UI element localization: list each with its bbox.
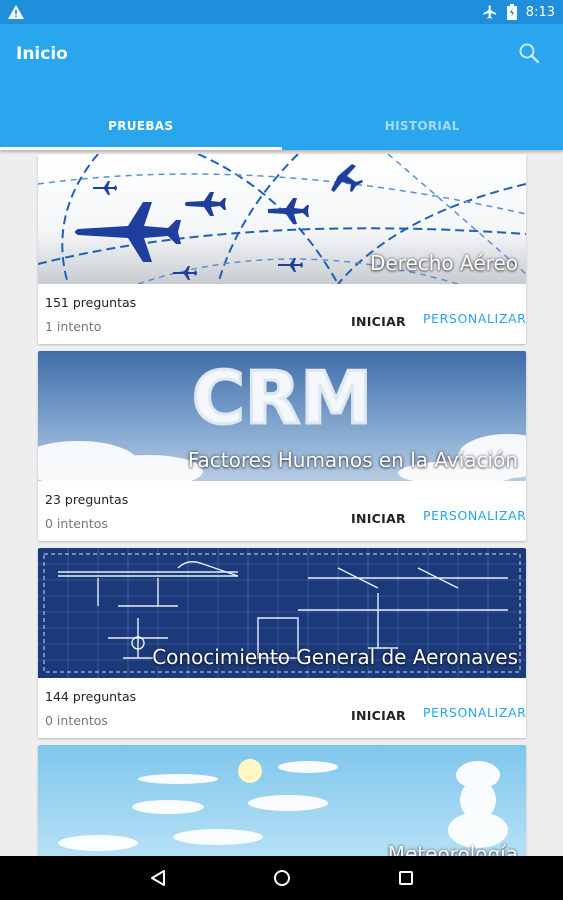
battery-icon <box>506 4 517 20</box>
search-icon[interactable] <box>517 41 541 65</box>
attempt-count: 1 intento <box>45 319 102 334</box>
card-title: Derecho Aéreo <box>369 251 518 275</box>
card-title: Factores Humanos en la Aviación <box>187 448 518 472</box>
tab-bar: PRUEBAS HISTORIAL <box>0 102 563 150</box>
card-banner: Meteorología <box>38 745 526 856</box>
crm-cloud-text: CRM <box>192 356 372 440</box>
status-bar: 8:13 <box>0 0 563 24</box>
clock: 8:13 <box>525 4 555 20</box>
customize-button[interactable]: PERSONALIZAR <box>423 705 526 720</box>
test-card-factores-humanos[interactable]: CRM Factores Humanos en la Aviación 23 p… <box>38 351 526 541</box>
card-info: 151 preguntas 1 intento <box>45 295 136 334</box>
card-title: Meteorología <box>387 842 518 856</box>
test-card-derecho-aereo[interactable]: Derecho Aéreo 151 preguntas 1 intento IN… <box>38 154 526 344</box>
card-banner: Conocimiento General de Aeronaves <box>38 548 526 678</box>
tab-historial[interactable]: HISTORIAL <box>282 102 563 150</box>
navigation-bar <box>0 856 563 900</box>
airplane-mode-icon <box>482 4 498 20</box>
app-bar: Inicio PRUEBAS HISTORIAL <box>0 24 563 150</box>
start-button[interactable]: INICIAR <box>351 708 406 723</box>
recents-icon[interactable] <box>394 866 418 890</box>
start-button[interactable]: INICIAR <box>351 511 406 526</box>
back-icon[interactable] <box>146 866 170 890</box>
weather-clouds-illustration <box>38 745 526 856</box>
card-title: Conocimiento General de Aeronaves <box>152 645 518 669</box>
start-button[interactable]: INICIAR <box>351 314 406 329</box>
card-info: 144 preguntas 0 intentos <box>45 689 136 728</box>
customize-button[interactable]: PERSONALIZAR <box>423 508 526 523</box>
attempt-count: 0 intentos <box>45 713 108 728</box>
attempt-count: 0 intentos <box>45 516 108 531</box>
test-card-meteorologia[interactable]: Meteorología <box>38 745 526 856</box>
warning-icon <box>8 5 24 19</box>
question-count: 151 preguntas <box>45 295 137 310</box>
card-banner: Derecho Aéreo <box>38 154 526 284</box>
page-title: Inicio <box>16 44 68 64</box>
customize-button[interactable]: PERSONALIZAR <box>423 311 526 326</box>
question-count: 23 preguntas <box>45 492 129 507</box>
tab-pruebas[interactable]: PRUEBAS <box>0 102 282 150</box>
card-info: 23 preguntas 0 intentos <box>45 492 128 531</box>
test-list: Derecho Aéreo 151 preguntas 1 intento IN… <box>0 150 563 856</box>
home-icon[interactable] <box>270 866 294 890</box>
question-count: 144 preguntas <box>45 689 137 704</box>
card-banner: CRM Factores Humanos en la Aviación <box>38 351 526 481</box>
test-card-conocimiento-general[interactable]: Conocimiento General de Aeronaves 144 pr… <box>38 548 526 738</box>
